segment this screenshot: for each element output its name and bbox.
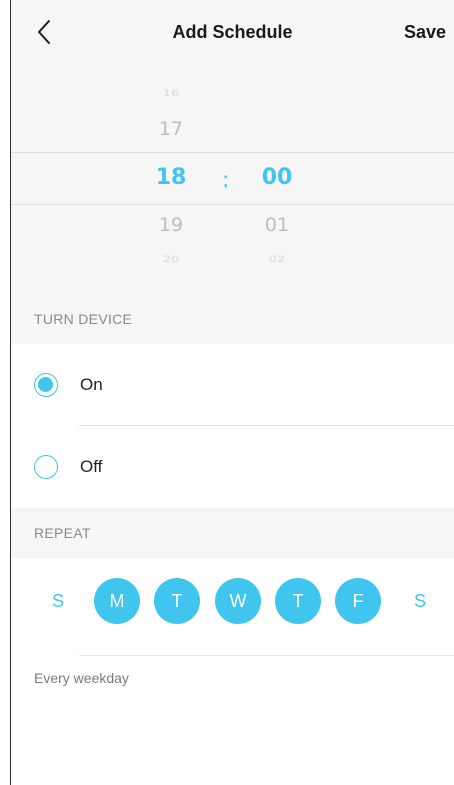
day-saturday[interactable]: S [397, 578, 443, 624]
back-button[interactable] [29, 16, 59, 48]
time-picker: 16 17 18 19 20 : 00 01 02 [11, 64, 454, 294]
save-button[interactable]: Save [404, 22, 446, 43]
option-on[interactable]: On [11, 344, 454, 426]
radio-off[interactable] [34, 455, 58, 479]
day-friday[interactable]: F [335, 578, 381, 624]
option-off-label: Off [80, 457, 103, 476]
day-thursday[interactable]: T [275, 578, 321, 624]
time-separator: : [222, 168, 230, 193]
repeat-section-header: REPEAT [11, 508, 454, 558]
option-on-label: On [80, 375, 103, 394]
nav-header: Add Schedule Save [11, 0, 454, 64]
repeat-divider [79, 655, 454, 656]
minute-selected[interactable]: 00 [247, 165, 307, 190]
hour-option[interactable]: 17 [141, 118, 201, 140]
minute-option[interactable]: 01 [247, 214, 307, 236]
day-monday[interactable]: M [94, 578, 140, 624]
minute-wheel[interactable]: 00 01 02 [247, 64, 307, 294]
hour-wheel[interactable]: 16 17 18 19 20 [141, 64, 201, 294]
left-window-edge [0, 0, 11, 785]
radio-on[interactable] [34, 373, 58, 397]
turn-device-section-header: TURN DEVICE [11, 294, 454, 344]
picker-selection-line-top [11, 152, 454, 153]
day-sunday[interactable]: S [35, 578, 81, 624]
hour-option[interactable]: 20 [141, 254, 201, 265]
minute-option[interactable]: 02 [247, 254, 307, 265]
hour-option[interactable]: 19 [141, 214, 201, 236]
chevron-left-icon [38, 20, 50, 44]
page-title: Add Schedule [172, 21, 293, 42]
picker-selection-line-bottom [11, 204, 454, 205]
weekday-selector: S M T W T F S [11, 578, 454, 630]
hour-option[interactable]: 16 [141, 88, 201, 99]
day-wednesday[interactable]: W [215, 578, 261, 624]
day-tuesday[interactable]: T [154, 578, 200, 624]
hour-selected[interactable]: 18 [141, 165, 201, 190]
repeat-summary: Every weekday [34, 670, 129, 686]
option-off[interactable]: Off [11, 426, 454, 508]
add-schedule-screen: Add Schedule Save 16 17 18 19 20 : 00 01… [11, 0, 454, 785]
